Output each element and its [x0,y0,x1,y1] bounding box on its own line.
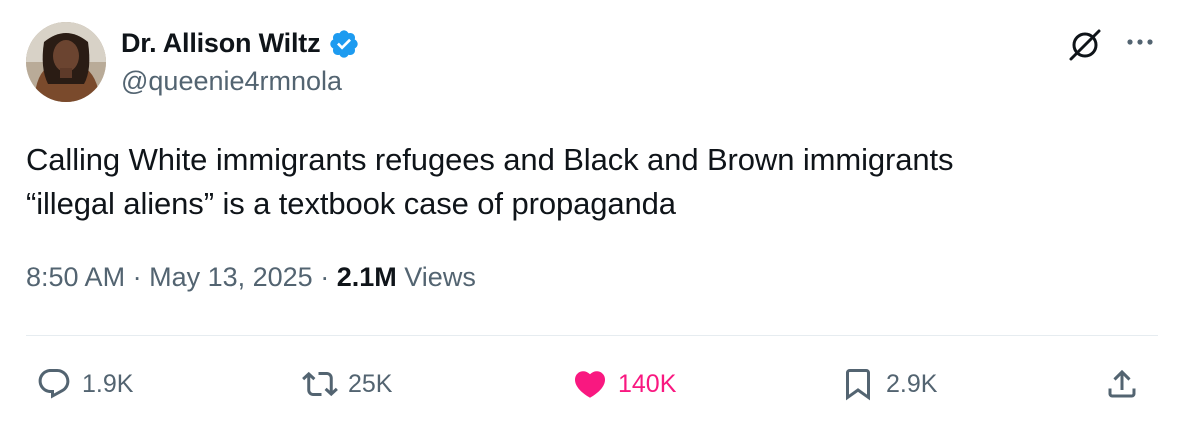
author-name[interactable]: Dr. Allison Wiltz [121,26,360,60]
tweet-meta: 8:50 AM · May 13, 2025 · 2.1M Views [26,262,476,293]
avatar[interactable] [26,22,106,102]
views-count[interactable]: 2.1M [337,262,397,292]
author-name-text[interactable]: Dr. Allison Wiltz [121,28,321,59]
repost-count: 25K [348,369,393,398]
bookmark-count: 2.9K [886,369,938,398]
tweet-date[interactable]: May 13, 2025 [149,262,313,292]
reply-button[interactable]: 1.9K [36,364,133,404]
verified-badge-icon [330,30,359,58]
like-button[interactable]: 140K [572,364,676,404]
share-button[interactable] [1104,364,1140,404]
heart-icon [574,371,606,398]
more-icon[interactable] [1124,32,1156,52]
repost-button[interactable]: 25K [302,364,392,404]
tweet-time[interactable]: 8:50 AM [26,262,125,292]
reply-icon [38,369,70,399]
like-count: 140K [618,369,677,398]
avatar-image [26,22,106,102]
reply-count: 1.9K [82,369,134,398]
author-handle[interactable]: @queenie4rmnola [121,66,342,97]
tweet-text: Calling White immigrants refugees and Bl… [26,142,954,221]
meta-separator: · [320,262,330,292]
meta-separator: · [132,262,142,292]
repost-icon [302,371,338,397]
bookmark-button[interactable]: 2.9K [840,364,937,404]
views-label[interactable]: Views [404,262,476,292]
bookmark-icon [846,369,870,401]
grok-icon[interactable] [1066,26,1104,64]
share-icon [1108,369,1136,398]
divider [26,335,1158,336]
